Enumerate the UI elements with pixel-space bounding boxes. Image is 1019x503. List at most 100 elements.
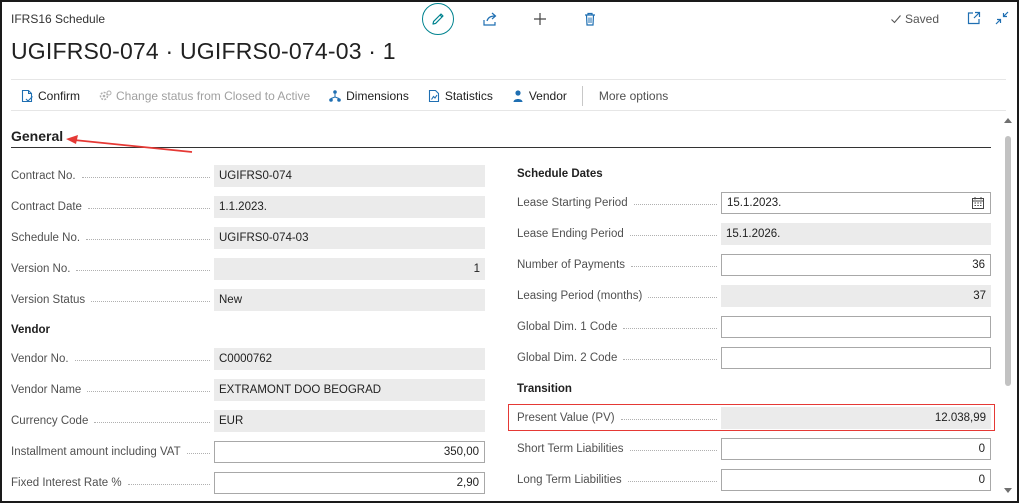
- field-vendor-name: Vendor Name EXTRAMONT DOO BEOGRAD: [11, 379, 485, 401]
- scroll-down-arrow-icon[interactable]: [1004, 488, 1012, 493]
- lease-starting-period-input[interactable]: 15.1.2023.: [721, 192, 991, 214]
- field-label: Global Dim. 2 Code: [517, 347, 721, 369]
- statistics-action[interactable]: Statistics: [418, 89, 502, 103]
- divider: [11, 110, 1006, 111]
- scroll-up-arrow-icon[interactable]: [1004, 118, 1012, 123]
- lease-starting-period-value: 15.1.2023.: [727, 197, 782, 209]
- field-global-dim-1: Global Dim. 1 Code: [517, 316, 991, 338]
- field-label: Global Dim. 1 Code: [517, 316, 721, 338]
- field-label: Lease Ending Period: [517, 223, 721, 245]
- change-status-action[interactable]: Change status from Closed to Active: [89, 89, 319, 103]
- section-title-general[interactable]: General: [11, 128, 63, 144]
- field-installment-amount: Installment amount including VAT 350,00: [11, 441, 485, 463]
- statistics-icon: [428, 89, 439, 103]
- field-schedule-no: Schedule No. UGIFRS0-074-03: [11, 227, 485, 249]
- page-caption: IFRS16 Schedule: [11, 12, 106, 26]
- confirm-action[interactable]: Confirm: [11, 89, 89, 103]
- vendor-no-value[interactable]: C0000762: [214, 348, 485, 370]
- change-status-label: Change status from Closed to Active: [116, 89, 311, 103]
- long-term-liabilities-input[interactable]: 0: [721, 469, 991, 491]
- trash-icon: [585, 12, 595, 26]
- share-button[interactable]: [480, 9, 500, 29]
- contract-date-value[interactable]: 1.1.2023.: [214, 196, 485, 218]
- confirm-label: Confirm: [38, 89, 81, 103]
- group-heading-transition: Transition: [517, 383, 572, 395]
- field-label: Long Term Liabilities: [517, 469, 721, 491]
- field-leasing-period: Leasing Period (months) 37: [517, 285, 991, 307]
- field-label: Installment amount including VAT: [11, 441, 214, 463]
- field-contract-no: Contract No. UGIFRS0-074: [11, 165, 485, 187]
- collapse-button[interactable]: [994, 10, 1010, 26]
- collapse-icon: [995, 11, 1009, 25]
- fixed-interest-rate-input[interactable]: 2,90: [214, 472, 485, 494]
- more-options-action[interactable]: More options: [590, 89, 677, 103]
- action-bar: Confirm Change status from Closed to Act…: [11, 84, 677, 108]
- field-label: Number of Payments: [517, 254, 721, 276]
- statistics-label: Statistics: [444, 89, 493, 103]
- field-vendor-no: Vendor No. C0000762: [11, 348, 485, 370]
- field-label: Vendor No.: [11, 348, 214, 370]
- dimensions-action[interactable]: Dimensions: [319, 89, 418, 103]
- lease-ending-period-value[interactable]: 15.1.2026.: [721, 223, 991, 245]
- field-label: Contract No.: [11, 165, 214, 187]
- field-label: Version No.: [11, 258, 214, 280]
- plus-icon: [534, 13, 546, 25]
- saved-status: Saved: [890, 12, 939, 26]
- annotation-arrow: [66, 135, 193, 153]
- delete-button[interactable]: [580, 9, 600, 29]
- contract-no-value[interactable]: UGIFRS0-074: [214, 165, 485, 187]
- present-value-highlight: [508, 404, 995, 431]
- vertical-scrollbar[interactable]: [1004, 118, 1012, 498]
- field-fixed-interest-rate: Fixed Interest Rate % 2,90: [11, 472, 485, 494]
- field-global-dim-2: Global Dim. 2 Code: [517, 347, 991, 369]
- dimensions-label: Dimensions: [346, 89, 409, 103]
- page-title: UGIFRS0-074 · UGIFRS0-074-03 · 1: [11, 38, 396, 64]
- field-label: Lease Starting Period: [517, 192, 721, 214]
- field-short-term-liabilities: Short Term Liabilities 0: [517, 438, 991, 460]
- document-check-icon: [21, 89, 33, 103]
- field-label: Fixed Interest Rate %: [11, 472, 214, 494]
- field-contract-date: Contract Date 1.1.2023.: [11, 196, 485, 218]
- group-heading-schedule-dates: Schedule Dates: [517, 168, 603, 180]
- more-options-label: More options: [598, 89, 669, 103]
- action-separator: [581, 86, 583, 106]
- scroll-thumb[interactable]: [1005, 136, 1011, 386]
- global-dim-1-input[interactable]: [721, 316, 991, 338]
- field-label: Currency Code: [11, 410, 214, 432]
- number-of-payments-input[interactable]: 36: [721, 254, 991, 276]
- vendor-label: Vendor: [528, 89, 567, 103]
- field-label: Schedule No.: [11, 227, 214, 249]
- field-number-of-payments: Number of Payments 36: [517, 254, 991, 276]
- checkmark-icon: [891, 15, 901, 24]
- field-currency-code: Currency Code EUR: [11, 410, 485, 432]
- field-version-no: Version No. 1: [11, 258, 485, 280]
- open-new-window-button[interactable]: [966, 10, 982, 26]
- person-icon: [513, 90, 523, 102]
- installment-amount-input[interactable]: 350,00: [214, 441, 485, 463]
- leasing-period-value[interactable]: 37: [721, 285, 991, 307]
- version-status-value[interactable]: New: [214, 289, 485, 311]
- field-label: Leasing Period (months): [517, 285, 721, 307]
- short-term-liabilities-input[interactable]: 0: [721, 438, 991, 460]
- version-no-value[interactable]: 1: [214, 258, 485, 280]
- field-label: Version Status: [11, 289, 214, 311]
- schedule-no-value[interactable]: UGIFRS0-074-03: [214, 227, 485, 249]
- field-label: Vendor Name: [11, 379, 214, 401]
- edit-button[interactable]: [422, 3, 454, 35]
- currency-code-value[interactable]: EUR: [214, 410, 485, 432]
- dimensions-icon: [329, 90, 341, 102]
- global-dim-2-input[interactable]: [721, 347, 991, 369]
- saved-label: Saved: [905, 12, 940, 26]
- field-lease-ending-period: Lease Ending Period 15.1.2026.: [517, 223, 991, 245]
- open-in-new-window-icon: [967, 11, 981, 25]
- share-icon: [483, 12, 497, 26]
- gear-refresh-icon: [99, 90, 112, 101]
- pencil-icon: [432, 13, 444, 25]
- calendar-icon[interactable]: [971, 196, 985, 210]
- divider: [11, 79, 1006, 80]
- vendor-action[interactable]: Vendor: [502, 89, 576, 103]
- field-long-term-liabilities: Long Term Liabilities 0: [517, 469, 991, 491]
- field-lease-starting-period: Lease Starting Period 15.1.2023.: [517, 192, 991, 214]
- new-button[interactable]: [530, 9, 550, 29]
- vendor-name-value[interactable]: EXTRAMONT DOO BEOGRAD: [214, 379, 485, 401]
